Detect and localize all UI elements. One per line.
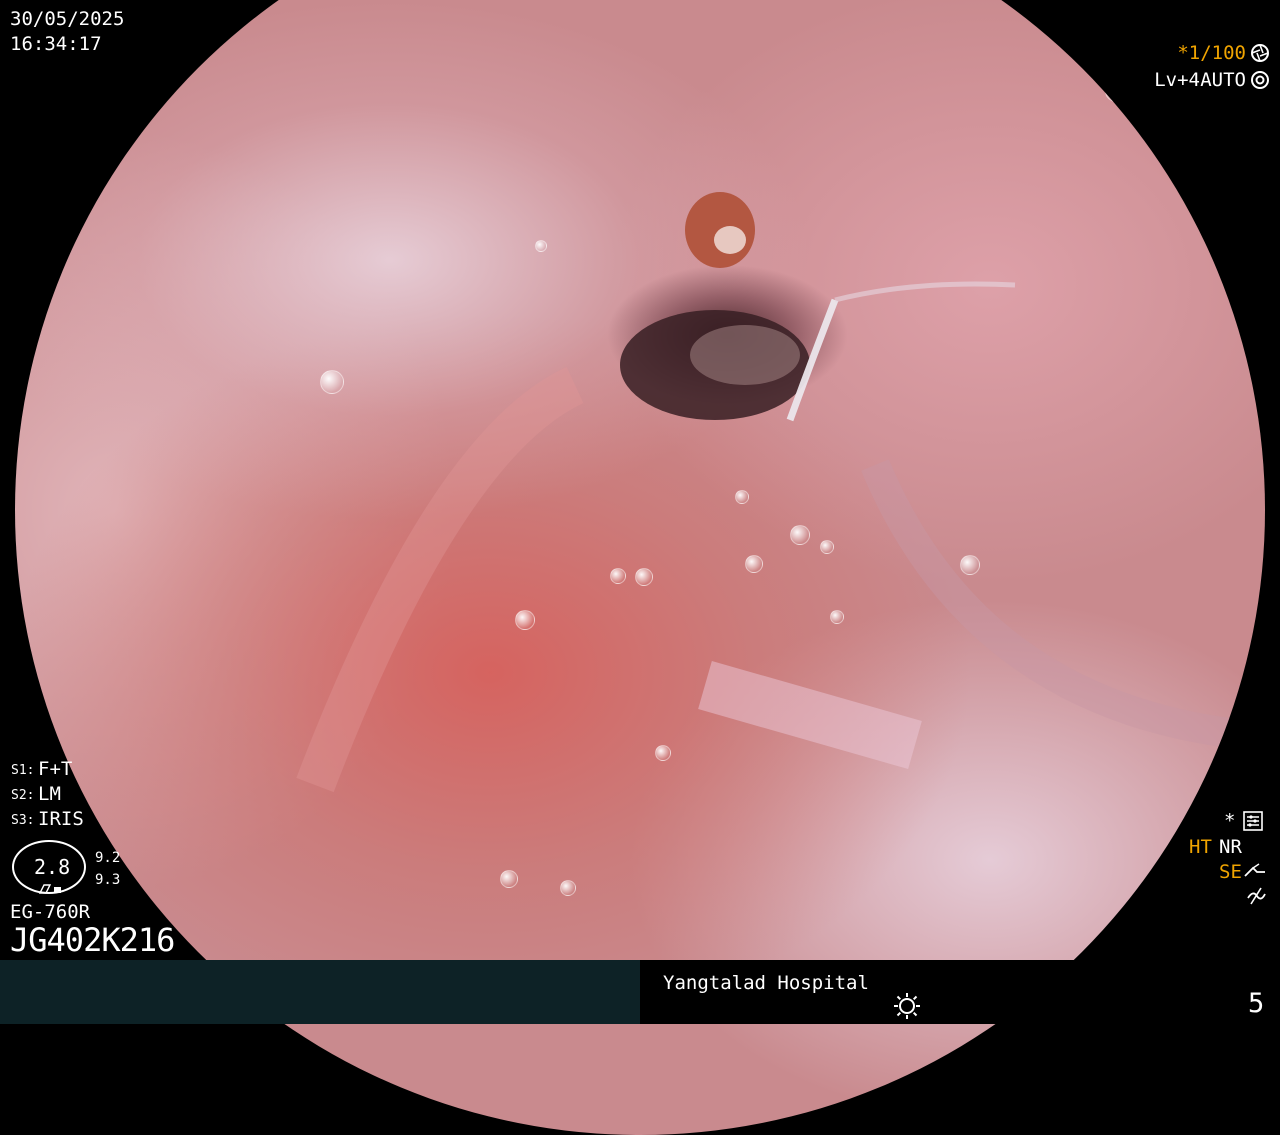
camera-zoom-icon [38, 884, 61, 894]
zoom-value: 2.8 [34, 855, 71, 879]
ht-indicator: HT [1189, 836, 1212, 858]
scope-serial: JG402K216 [10, 921, 175, 959]
bubble [960, 555, 980, 575]
structure-enhance-icon [1244, 863, 1265, 877]
footer-bar: Yangtalad Hospital 5 [0, 960, 1280, 1024]
light-icon [894, 993, 920, 1019]
s2-key: S2: [11, 788, 35, 803]
nr-indicator: NR [1219, 836, 1242, 858]
s1-value: F+T [38, 758, 73, 780]
lumen-fold [690, 325, 800, 385]
s1-key: S1: [11, 763, 35, 778]
zoom-side-top: 9.2 [95, 850, 121, 866]
scope-model: EG-760R [10, 901, 91, 923]
settings-star: * [1224, 810, 1236, 832]
fold-line [834, 281, 1016, 303]
bubble [560, 880, 576, 896]
bubble [830, 610, 844, 624]
bubble [1105, 80, 1127, 102]
bubble [735, 490, 749, 504]
mucosal-fold [861, 459, 1247, 750]
page-number: 5 [1248, 988, 1265, 1019]
zoom-side-bottom: 9.3 [95, 872, 121, 888]
shutter-speed: *1/100 [1177, 42, 1246, 64]
bubble [610, 568, 626, 584]
hospital-name: Yangtalad Hospital [663, 972, 869, 994]
mucosal-fold [698, 660, 922, 770]
s3-value: IRIS [38, 808, 84, 830]
date-label: 30/05/2025 [10, 8, 125, 30]
bubble [790, 525, 810, 545]
shutter-icon [1251, 44, 1269, 62]
lesion-highlight [714, 226, 746, 254]
se-indicator: SE [1219, 861, 1242, 883]
brightness-level: Lv+4 [1154, 69, 1200, 91]
bubble [535, 240, 547, 252]
footer-left-panel [0, 960, 640, 1024]
mucosal-fold [296, 366, 584, 793]
bubble [320, 370, 344, 394]
settings-panel-icon [1243, 811, 1263, 831]
bubble [515, 610, 535, 630]
bubble [635, 568, 653, 586]
bubble [655, 745, 671, 761]
bubble [820, 540, 834, 554]
auto-exposure-icon [1251, 71, 1269, 89]
bubble [500, 870, 518, 888]
exposure-mode: AUTO [1200, 69, 1246, 91]
time-label: 16:34:17 [10, 33, 102, 55]
s3-key: S3: [11, 813, 35, 828]
s2-value: LM [38, 783, 61, 805]
bubble [745, 555, 763, 573]
not-equal-icon [1247, 887, 1266, 905]
